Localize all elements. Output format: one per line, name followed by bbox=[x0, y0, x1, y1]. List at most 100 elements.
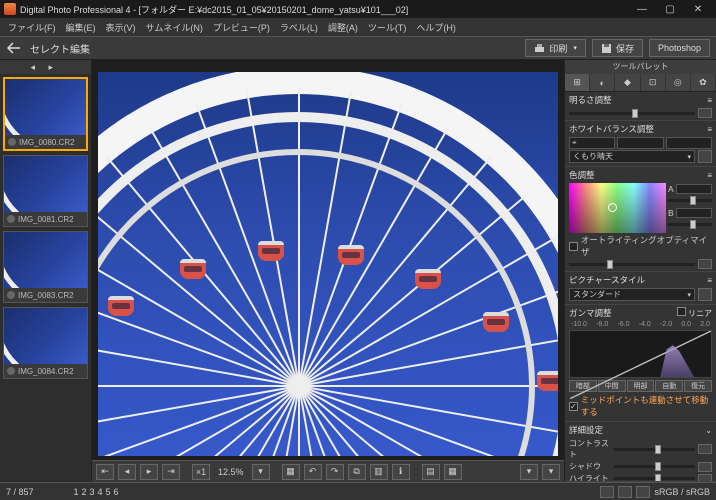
contrast-slider[interactable] bbox=[614, 444, 712, 454]
colorspace-label: sRGB / sRGB bbox=[654, 487, 710, 497]
palette-tab-detail[interactable]: ⊡ bbox=[641, 74, 666, 91]
midpoint-checkbox[interactable] bbox=[569, 402, 578, 411]
nav-next-button[interactable]: ▸ bbox=[140, 464, 158, 480]
highlight-warn-button[interactable]: ▤ bbox=[422, 464, 440, 480]
menu-tools[interactable]: ツール(T) bbox=[364, 21, 411, 34]
wb-value2[interactable] bbox=[666, 137, 712, 149]
minimize-button[interactable]: ― bbox=[628, 1, 656, 17]
auto-slider[interactable] bbox=[569, 259, 712, 269]
wb-label: ホワイトバランス調整 bbox=[569, 123, 654, 135]
picstyle-reset-button[interactable] bbox=[698, 288, 712, 301]
palette-tab-settings[interactable]: ✿ bbox=[691, 74, 716, 91]
print-button[interactable]: 印刷▾ bbox=[525, 39, 586, 57]
auto-label: オートライティングオプティマイザ bbox=[581, 234, 712, 258]
thumb-filename: IMG_0083.CR2 bbox=[18, 291, 74, 300]
thumbnail-strip: ◂ ▸ IMG_0080.CR2 IMG_0081.CR2 IMG_0083.C… bbox=[0, 60, 92, 482]
thumbnail-item[interactable]: IMG_0083.CR2 bbox=[3, 231, 88, 303]
fit-button[interactable]: ×1 bbox=[192, 464, 210, 480]
menu-adjust[interactable]: 調整(A) bbox=[324, 21, 362, 34]
shadow-slider[interactable] bbox=[614, 462, 712, 472]
thumb-prev-icon[interactable]: ◂ bbox=[31, 62, 43, 72]
window-title: Digital Photo Professional 4 - [フォルダー E:… bbox=[20, 3, 628, 16]
mode-label: セレクト編集 bbox=[30, 41, 90, 56]
thumb-next-icon[interactable]: ▸ bbox=[49, 62, 61, 72]
picstyle-section: ピクチャースタイル≡ スタンダード▾ bbox=[565, 272, 716, 305]
rating-dot-icon bbox=[7, 291, 15, 299]
zoom-value: 12.5% bbox=[214, 467, 248, 477]
grid-button[interactable]: ▦ bbox=[282, 464, 300, 480]
thumb-filename: IMG_0081.CR2 bbox=[18, 215, 74, 224]
thumb-size-slider[interactable]: 123456 bbox=[74, 487, 122, 497]
thumb-filename: IMG_0080.CR2 bbox=[19, 138, 75, 147]
color-target[interactable] bbox=[569, 183, 666, 233]
tone-curve[interactable] bbox=[569, 330, 712, 378]
zoom-dropdown[interactable]: ▾ bbox=[252, 464, 270, 480]
printer-icon bbox=[534, 43, 545, 54]
shadow-warn-button[interactable]: ▦ bbox=[444, 464, 462, 480]
histogram-button[interactable]: ▥ bbox=[370, 464, 388, 480]
status-count: 7 / 857 bbox=[6, 487, 34, 497]
rotate-ccw-button[interactable]: ↶ bbox=[304, 464, 322, 480]
brightness-slider[interactable] bbox=[569, 108, 712, 118]
info-button[interactable]: ℹ bbox=[392, 464, 410, 480]
close-button[interactable]: ✕ bbox=[684, 1, 712, 17]
save-button[interactable]: 保存 bbox=[592, 39, 643, 57]
view-option2-button[interactable]: ▾ bbox=[542, 464, 560, 480]
status-tool1-button[interactable] bbox=[600, 486, 614, 498]
menu-view[interactable]: 表示(V) bbox=[102, 21, 140, 34]
palette-tab-tone[interactable]: ◐ bbox=[590, 74, 615, 91]
menu-file[interactable]: ファイル(F) bbox=[4, 21, 60, 34]
menu-thumbnail[interactable]: サムネイル(N) bbox=[142, 21, 207, 34]
color-b-label: B bbox=[668, 208, 674, 218]
menu-help[interactable]: ヘルプ(H) bbox=[412, 21, 460, 34]
auto-checkbox[interactable] bbox=[569, 242, 578, 251]
brightness-label: 明るさ調整 bbox=[569, 94, 612, 106]
top-toolbar: セレクト編集 印刷▾ 保存 Photoshop bbox=[0, 36, 716, 60]
detail-header: 詳細設定 bbox=[569, 424, 603, 436]
rotate-cw-button[interactable]: ↷ bbox=[326, 464, 344, 480]
contrast-label: コントラスト bbox=[569, 438, 611, 460]
color-b-value[interactable] bbox=[676, 208, 712, 218]
color-a-slider[interactable] bbox=[668, 196, 712, 206]
palette-tab-color[interactable]: ◆ bbox=[615, 74, 640, 91]
menu-preview[interactable]: プレビュー(P) bbox=[209, 21, 274, 34]
thumbnail-item[interactable]: IMG_0080.CR2 bbox=[3, 77, 88, 151]
picstyle-combo[interactable]: スタンダード▾ bbox=[569, 288, 695, 301]
shadow-label: シャドウ bbox=[569, 461, 611, 472]
wb-preset-combo[interactable]: くもり晴天▾ bbox=[569, 150, 695, 163]
color-section: 色調整≡ A B オートライティングオプティマイザ bbox=[565, 167, 716, 272]
wb-value[interactable] bbox=[617, 137, 663, 149]
photoshop-button[interactable]: Photoshop bbox=[649, 39, 710, 57]
nav-last-button[interactable]: ⇥ bbox=[162, 464, 180, 480]
app-icon bbox=[4, 3, 16, 15]
palette-tab-basic[interactable]: ⊞ bbox=[565, 74, 590, 91]
rating-dot-icon bbox=[7, 367, 15, 375]
canvas-area[interactable] bbox=[98, 72, 558, 456]
wb-pick-button[interactable]: ⌖ bbox=[569, 137, 615, 149]
thumbnail-item[interactable]: IMG_0084.CR2 bbox=[3, 307, 88, 379]
linear-label: リニア bbox=[688, 309, 712, 318]
palette-tab-lens[interactable]: ◎ bbox=[666, 74, 691, 91]
view-option-button[interactable]: ▾ bbox=[520, 464, 538, 480]
menu-edit[interactable]: 編集(E) bbox=[62, 21, 100, 34]
thumbnail-item[interactable]: IMG_0081.CR2 bbox=[3, 155, 88, 227]
status-tool2-button[interactable] bbox=[618, 486, 632, 498]
color-b-slider[interactable] bbox=[668, 220, 712, 230]
view-toolbar: ⇤ ◂ ▸ ⇥ ×1 12.5% ▾ ▦ ↶ ↷ ⧉ ▥ ℹ ▤ ▦ ▾ ▾ bbox=[92, 460, 564, 482]
maximize-button[interactable]: ▢ bbox=[656, 1, 684, 17]
image-viewer: ⇤ ◂ ▸ ⇥ ×1 12.5% ▾ ▦ ↶ ↷ ⧉ ▥ ℹ ▤ ▦ ▾ ▾ bbox=[92, 60, 564, 482]
back-icon[interactable] bbox=[6, 41, 22, 55]
linear-checkbox[interactable] bbox=[677, 307, 686, 316]
color-a-value[interactable] bbox=[676, 184, 712, 194]
status-tool3-button[interactable] bbox=[636, 486, 650, 498]
tool-palette: ツールパレット ⊞ ◐ ◆ ⊡ ◎ ✿ 明るさ調整≡ ホワイトバランス調整≡ ⌖… bbox=[564, 60, 716, 482]
compare-button[interactable]: ⧉ bbox=[348, 464, 366, 480]
picstyle-label: ピクチャースタイル bbox=[569, 274, 645, 286]
print-label: 印刷 bbox=[549, 42, 567, 55]
menu-label[interactable]: ラベル(L) bbox=[276, 21, 322, 34]
gamma-section: ガンマ調整 リニア -10.0 -8.0 -6.0 -4.0 -2.0 0.0 … bbox=[565, 305, 716, 422]
nav-prev-button[interactable]: ◂ bbox=[118, 464, 136, 480]
wb-section: ホワイトバランス調整≡ ⌖ くもり晴天▾ bbox=[565, 121, 716, 167]
highlight-slider[interactable] bbox=[614, 474, 712, 483]
nav-first-button[interactable]: ⇤ bbox=[96, 464, 114, 480]
